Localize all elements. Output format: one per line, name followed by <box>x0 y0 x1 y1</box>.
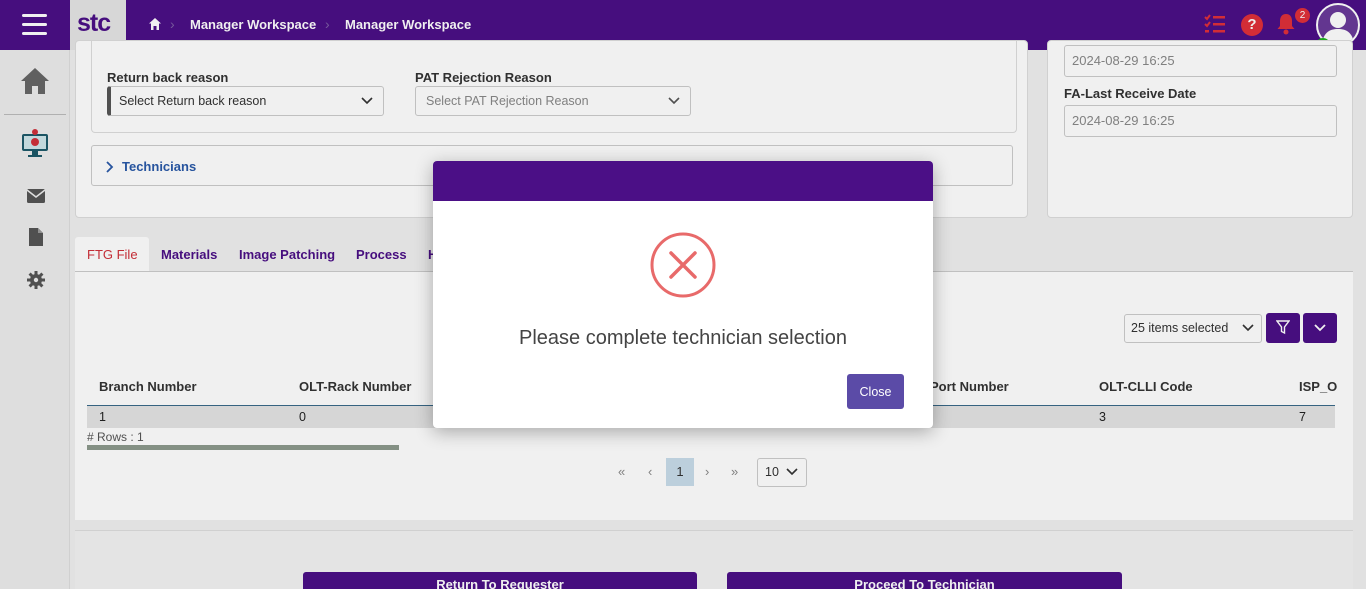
dialog-header <box>433 161 933 201</box>
close-button[interactable]: Close <box>847 374 904 409</box>
dialog-message: Please complete technician selection <box>519 327 847 349</box>
error-dialog: Please complete technician selection Clo… <box>433 161 933 428</box>
error-icon <box>650 232 716 298</box>
